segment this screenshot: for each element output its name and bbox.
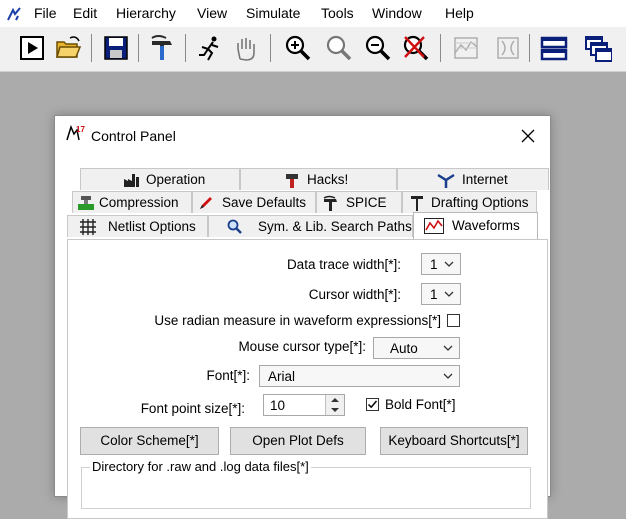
cursor-width-label: Cursor width[*]: — [308, 287, 401, 302]
toolbar-separator — [270, 34, 271, 62]
menu-simulate[interactable]: Simulate — [246, 5, 300, 21]
run-icon[interactable] — [18, 33, 46, 63]
tab-sym-lib-paths[interactable]: Sym. & Lib. Search Paths — [208, 215, 413, 237]
tab-save-defaults[interactable]: Save Defaults — [192, 191, 316, 213]
toolbar-separator — [440, 34, 441, 62]
bold-font-checkbox[interactable] — [366, 398, 379, 411]
zoom-area-icon[interactable] — [325, 33, 353, 63]
keyboard-shortcuts-button[interactable]: Keyboard Shortcuts[*] — [380, 427, 528, 455]
font-select[interactable]: Arial — [259, 365, 460, 387]
radian-measure-checkbox[interactable] — [447, 314, 460, 327]
chevron-down-icon — [444, 261, 454, 267]
menu-hierarchy[interactable]: Hierarchy — [116, 5, 176, 21]
chevron-down-icon — [444, 291, 454, 297]
cursor-width-select[interactable]: 1 — [421, 283, 461, 305]
font-point-size-spinner[interactable]: 10 — [263, 394, 345, 416]
autorange-alt-icon[interactable] — [494, 33, 522, 63]
factory-icon — [124, 174, 139, 187]
open-plot-defs-button[interactable]: Open Plot Defs — [230, 427, 366, 455]
font-point-size-label: Font point size[*]: — [140, 401, 245, 416]
menu-edit[interactable]: Edit — [73, 5, 97, 21]
menu-tools[interactable]: Tools — [321, 5, 354, 21]
data-directory-group-title: Directory for .raw and .log data files[*… — [90, 459, 311, 474]
chevron-down-icon — [443, 373, 453, 379]
spinner-arrows[interactable] — [325, 395, 344, 415]
zoom-out-icon[interactable] — [364, 33, 392, 63]
compress-icon — [78, 196, 94, 210]
tab-row-3: Netlist Options Sym. & Lib. Search Paths… — [67, 212, 548, 239]
checkmark-icon — [367, 400, 378, 409]
dialog-title: Control Panel — [91, 128, 176, 144]
bold-font-label: Bold Font[*] — [385, 397, 456, 412]
color-scheme-button[interactable]: Color Scheme[*] — [80, 427, 219, 455]
font-label: Font[*]: — [206, 368, 250, 383]
tab-netlist-options[interactable]: Netlist Options — [67, 215, 208, 237]
running-man-icon[interactable] — [196, 33, 224, 63]
menu-bar: File Edit Hierarchy View Simulate Tools … — [0, 0, 626, 27]
tab-internet[interactable]: Internet — [397, 168, 549, 190]
pen-icon — [200, 197, 212, 209]
menu-view[interactable]: View — [197, 5, 227, 21]
mouse-cursor-type-label: Mouse cursor type[*]: — [238, 339, 366, 354]
menu-window[interactable]: Window — [372, 5, 422, 21]
toolbar-separator — [185, 34, 186, 62]
data-trace-width-select[interactable]: 1 — [421, 253, 461, 275]
radian-measure-label: Use radian measure in waveform expressio… — [154, 313, 441, 328]
spinner-up-icon[interactable] — [326, 395, 344, 405]
tile-horizontal-icon[interactable] — [540, 33, 568, 63]
hand-icon[interactable] — [232, 33, 260, 63]
control-panel-dialog: 17 Control Panel Operation Hacks! Intern… — [54, 115, 551, 519]
toolbar-separator — [529, 34, 530, 62]
menu-file[interactable]: File — [34, 5, 57, 21]
t-square-icon — [411, 196, 423, 211]
toolbar-separator — [91, 34, 92, 62]
tab-drafting-options[interactable]: Drafting Options — [402, 191, 537, 213]
tab-compression[interactable]: Compression — [72, 191, 192, 213]
hammer-icon — [323, 195, 337, 211]
waveform-icon — [424, 218, 444, 234]
autorange-icon[interactable] — [452, 33, 480, 63]
antenna-icon — [437, 173, 455, 188]
zoom-in-icon[interactable] — [284, 33, 312, 63]
control-panel-icon: 17 — [66, 124, 85, 141]
toolbar — [0, 27, 626, 72]
cascade-icon[interactable] — [584, 33, 612, 63]
tab-spice[interactable]: SPICE — [316, 191, 402, 213]
tab-operation[interactable]: Operation — [80, 168, 240, 190]
netlist-grid-icon — [80, 219, 96, 235]
toolbar-separator — [138, 34, 139, 62]
chevron-down-icon — [443, 345, 453, 351]
data-trace-width-label: Data trace width[*]: — [286, 257, 401, 272]
ltspice-app-icon[interactable] — [6, 6, 22, 22]
search-icon — [227, 219, 242, 234]
hammer-icon[interactable] — [148, 33, 176, 63]
open-folder-icon[interactable] — [54, 33, 82, 63]
tab-waveforms[interactable]: Waveforms — [413, 212, 538, 239]
save-icon[interactable] — [102, 33, 130, 63]
data-directory-group: Directory for .raw and .log data files[*… — [81, 459, 531, 509]
hammer-icon — [286, 174, 298, 188]
tab-row-1: Operation Hacks! Internet — [67, 168, 549, 190]
menu-help[interactable]: Help — [445, 5, 474, 21]
tab-hacks[interactable]: Hacks! — [240, 168, 397, 190]
spinner-down-icon[interactable] — [326, 405, 344, 415]
close-icon[interactable] — [516, 124, 540, 148]
zoom-cancel-icon[interactable] — [402, 33, 430, 63]
tab-row-2: Compression Save Defaults SPICE Drafting… — [67, 191, 548, 213]
svg-text:17: 17 — [76, 125, 85, 134]
mouse-cursor-type-select[interactable]: Auto — [373, 337, 460, 359]
waveforms-panel: Data trace width[*]: 1 Cursor width[*]: … — [67, 239, 548, 519]
